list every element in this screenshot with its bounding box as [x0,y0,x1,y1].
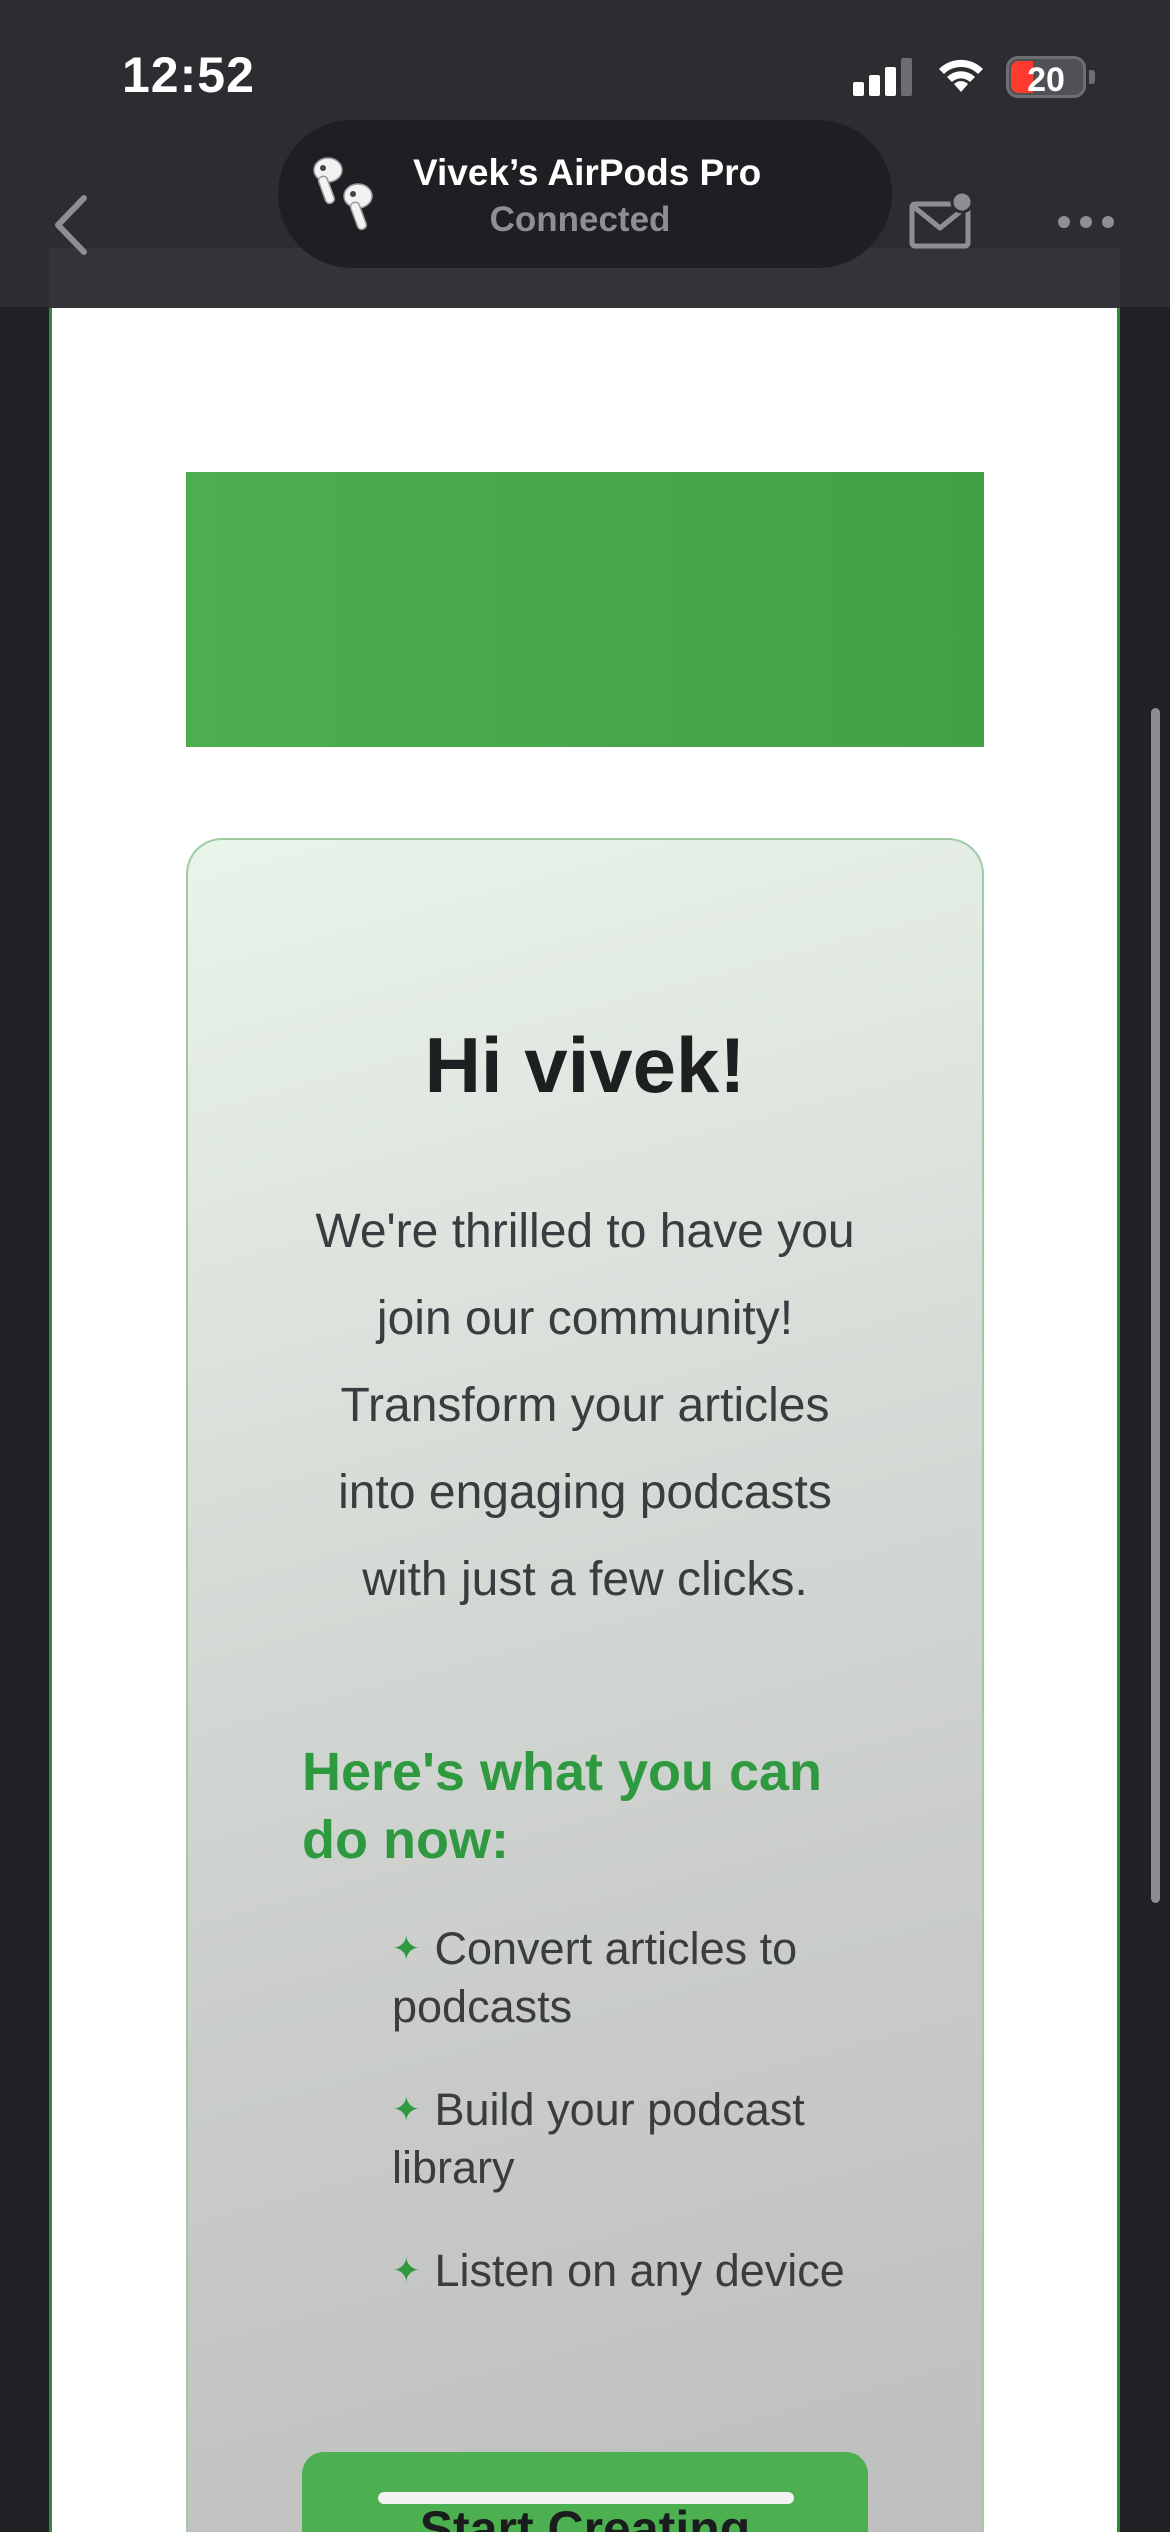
home-indicator[interactable] [378,2492,794,2504]
airpods-connected-popup[interactable]: Vivek’s AirPods Pro Connected [278,120,892,268]
features-subheading: Here's what you can do now: [302,1742,823,1870]
feature-label: Convert articles to podcasts [392,1923,798,2032]
feature-label: Listen on any device [434,2245,845,2296]
chevron-left-icon[interactable] [44,190,104,260]
greeting-heading: Hi vivek! [424,1021,746,1109]
ellipsis-icon[interactable] [1056,212,1116,232]
sparkle-icon: ✦ [392,1930,421,1968]
sparkle-icon: ✦ [392,2091,421,2129]
battery-tip [1089,70,1095,84]
list-item: ✦ Listen on any device [392,2242,912,2300]
email-header-banner [186,472,984,747]
scrollbar[interactable] [1151,708,1160,1903]
list-item: ✦ Convert articles to podcasts [392,1920,912,2035]
battery-icon: 20 [1006,56,1086,99]
mail-badge-icon[interactable] [908,190,976,254]
intro-paragraph: We're thrilled to have you join our comm… [315,1205,855,1606]
feature-label: Build your podcast library [392,2084,805,2193]
feature-list: ✦ Convert articles to podcasts ✦ Build you… [392,1920,912,2346]
airpods-icon [313,157,373,231]
status-time: 12:52 [122,47,255,103]
wifi-icon [939,59,983,92]
list-item: ✦ Build your podcast library [392,2081,912,2196]
sparkle-icon: ✦ [392,2252,421,2290]
device-name: Vivek’s AirPods Pro [413,152,762,193]
cellular-signal-icon [853,58,913,96]
connection-status: Connected [489,200,671,239]
battery-level: 20 [1027,61,1065,99]
